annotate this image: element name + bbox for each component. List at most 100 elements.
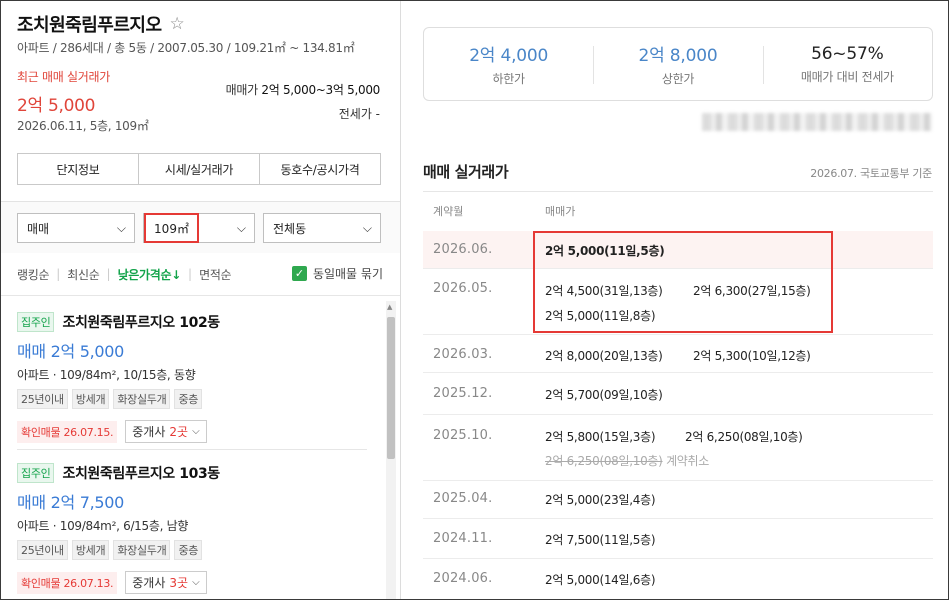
row-month: 2026.03. <box>433 347 493 362</box>
deal-price: 2억 8,000(20일,13층) <box>545 349 663 363</box>
row-month: 2025.04. <box>433 491 493 506</box>
deal-price: 2억 5,000(14일,6층) <box>545 573 656 587</box>
broker-count-button[interactable]: 중개사 3곳 ⌵ <box>125 571 207 594</box>
column-header-price: 매매가 <box>545 205 576 218</box>
recent-trade-label: 최근 매매 실거래가 <box>17 70 110 84</box>
table-row: 2024.11. 2억 7,500(11일,5층) <box>423 519 933 559</box>
row-month: 2025.10. <box>433 428 493 443</box>
app-frame: 조치원죽림푸르지오 ☆ 아파트 / 286세대 / 총 5동 / 2007.05… <box>0 0 949 600</box>
tab-market-price[interactable]: 시세/실거래가 <box>139 154 260 184</box>
stat-label: 상한가 <box>661 72 695 86</box>
broker-label: 중개사 <box>132 425 166 439</box>
checkbox-checked-icon[interactable]: ✓ <box>291 266 307 281</box>
sort-separator: | <box>106 267 111 281</box>
listing-tag: 화장실두개 <box>113 540 171 560</box>
table-row: 2026.03. 2억 8,000(20일,13층) 2억 5,300(10일,… <box>423 335 933 373</box>
trade-range-value: 2억 5,000~3억 5,000 <box>261 83 380 97</box>
listing-spec: 아파트 · 109/84m², 6/15층, 남향 <box>17 519 189 533</box>
deal-price: 2억 5,000(23일,4층) <box>545 493 656 507</box>
divider <box>1 295 400 296</box>
price-panel: 2억 4,000 하한가 2억 8,000 상한가 56~57% 매매가 대비 … <box>402 1 948 599</box>
broker-label: 중개사 <box>132 576 166 590</box>
section-source: 2026.07. 국토교통부 기준 <box>810 167 932 180</box>
stat-lower-price: 2억 4,000 하한가 <box>424 28 593 100</box>
blurred-redacted-text <box>702 113 932 131</box>
area-value: 109㎡ <box>154 221 189 236</box>
deal-price: 2억 5,300(10일,12층) <box>693 349 811 363</box>
column-header-month: 계약월 <box>433 205 464 218</box>
deal-price: 2억 5,700(09일,10층) <box>545 388 663 402</box>
building-value: 전체동 <box>273 221 307 236</box>
complex-summary: 아파트 / 286세대 / 총 5동 / 2007.05.30 / 109.21… <box>17 41 355 55</box>
section-title: 매매 실거래가 <box>423 163 509 181</box>
confirmed-listing-badge: 확인매물 26.07.13. <box>17 571 118 594</box>
row-month: 2025.12. <box>433 386 493 401</box>
listing-item[interactable]: 집주인 조치원죽림푸르지오 103동 매매 2억 7,500 아파트 · 109… <box>17 463 369 594</box>
trade-price-range: 매매가 2억 5,000~3억 5,000 <box>225 81 381 98</box>
trade-type-value: 매매 <box>27 221 50 236</box>
sort-area[interactable]: 면적순 <box>199 266 232 283</box>
table-row: 2025.10. 2억 5,800(15일,3층) 2억 6,250(08일,1… <box>423 415 933 481</box>
tab-complex-info[interactable]: 단지정보 <box>18 154 139 184</box>
tab-unit-public-price[interactable]: 동호수/공시가격 <box>260 154 380 184</box>
listing-name: 조치원죽림푸르지오 102동 <box>62 315 220 331</box>
listing-tags: 25년이내 방세개 화장실두개 중층 <box>17 389 369 409</box>
cancel-note: 계약취소 <box>666 454 710 468</box>
area-select[interactable]: 109㎡ ⌵ <box>143 213 255 243</box>
trade-type-select[interactable]: 매매 ⌵ <box>17 213 135 243</box>
table-row: 2025.04. 2억 5,000(23일,4층) <box>423 481 933 519</box>
listing-tag: 25년이내 <box>17 389 68 409</box>
broker-count: 2곳 <box>169 425 189 439</box>
table-row: 2024.06. 2억 5,000(14일,6층) <box>423 559 933 599</box>
row-month: 2026.06. <box>433 242 493 257</box>
chevron-down-icon: ⌵ <box>192 426 200 437</box>
listing-tag: 25년이내 <box>17 540 68 560</box>
chevron-down-icon: ⌵ <box>192 577 200 588</box>
building-select[interactable]: 전체동 ⌵ <box>263 213 381 243</box>
scrollbar-thumb[interactable] <box>387 317 395 459</box>
listing-item[interactable]: 집주인 조치원죽림푸르지오 102동 매매 2억 5,000 아파트 · 109… <box>17 312 369 443</box>
price-summary-box: 2억 4,000 하한가 2억 8,000 상한가 56~57% 매매가 대비 … <box>423 27 933 101</box>
listing-tag: 중층 <box>174 389 203 409</box>
stat-value: 56~57% <box>811 43 884 64</box>
sort-ranking[interactable]: 랭킹순 <box>17 266 50 283</box>
sort-low-price[interactable]: 낮은가격순↓ <box>118 266 182 283</box>
row-month: 2026.05. <box>433 281 493 296</box>
divider <box>17 449 367 450</box>
stat-label: 매매가 대비 전세가 <box>800 69 894 84</box>
row-month: 2024.11. <box>433 531 493 546</box>
owner-badge: 집주인 <box>17 312 55 332</box>
favorite-star-icon[interactable]: ☆ <box>170 15 185 33</box>
stat-value: 2억 4,000 <box>469 46 549 66</box>
group-same-listing-toggle[interactable]: ✓ 동일매물 묶기 <box>291 265 383 282</box>
title-row: 조치원죽림푸르지오 ☆ <box>17 11 185 37</box>
detail-tabs: 단지정보 시세/실거래가 동호수/공시가격 <box>17 153 381 185</box>
chevron-down-icon: ⌵ <box>362 221 372 235</box>
stat-label: 하한가 <box>492 72 526 86</box>
listing-tag: 중층 <box>174 540 203 560</box>
highlight-box <box>533 231 833 333</box>
listing-tag: 방세개 <box>71 389 110 409</box>
sort-separator: | <box>56 267 61 281</box>
sort-separator: | <box>188 267 193 281</box>
listing-price: 매매 2억 5,000 <box>17 342 125 361</box>
sort-options: 랭킹순 | 최신순 | 낮은가격순↓ | 면적순 ✓ 동일매물 묶기 <box>17 265 387 283</box>
scroll-up-arrow-icon[interactable]: ▲ <box>387 303 392 311</box>
group-same-listing-label: 동일매물 묶기 <box>312 267 383 281</box>
confirmed-listing-badge: 확인매물 26.07.15. <box>17 420 118 443</box>
deal-price: 2억 7,500(11일,5층) <box>545 533 656 547</box>
table-row: 2025.12. 2억 5,700(09일,10층) <box>423 373 933 415</box>
recent-trade-date: 2026.06.11, 5층, 109㎡ <box>17 119 149 133</box>
deal-price: 2억 5,800(15일,3층) <box>545 430 656 444</box>
chevron-down-icon: ⌵ <box>116 221 126 235</box>
broker-count-button[interactable]: 중개사 2곳 ⌵ <box>125 420 207 443</box>
stat-jeonse-ratio: 56~57% 매매가 대비 전세가 <box>762 28 932 100</box>
divider <box>423 191 933 192</box>
complex-name: 조치원죽림푸르지오 <box>17 15 162 36</box>
area-highlight-box: 109㎡ <box>144 213 199 243</box>
sort-latest[interactable]: 최신순 <box>67 266 100 283</box>
deal-price: 2억 6,250(08일,10층) <box>685 430 803 444</box>
trade-range-label: 매매가 <box>225 83 259 97</box>
chevron-down-icon: ⌵ <box>236 221 246 235</box>
jeonse-price: 전세가 - <box>338 107 380 121</box>
